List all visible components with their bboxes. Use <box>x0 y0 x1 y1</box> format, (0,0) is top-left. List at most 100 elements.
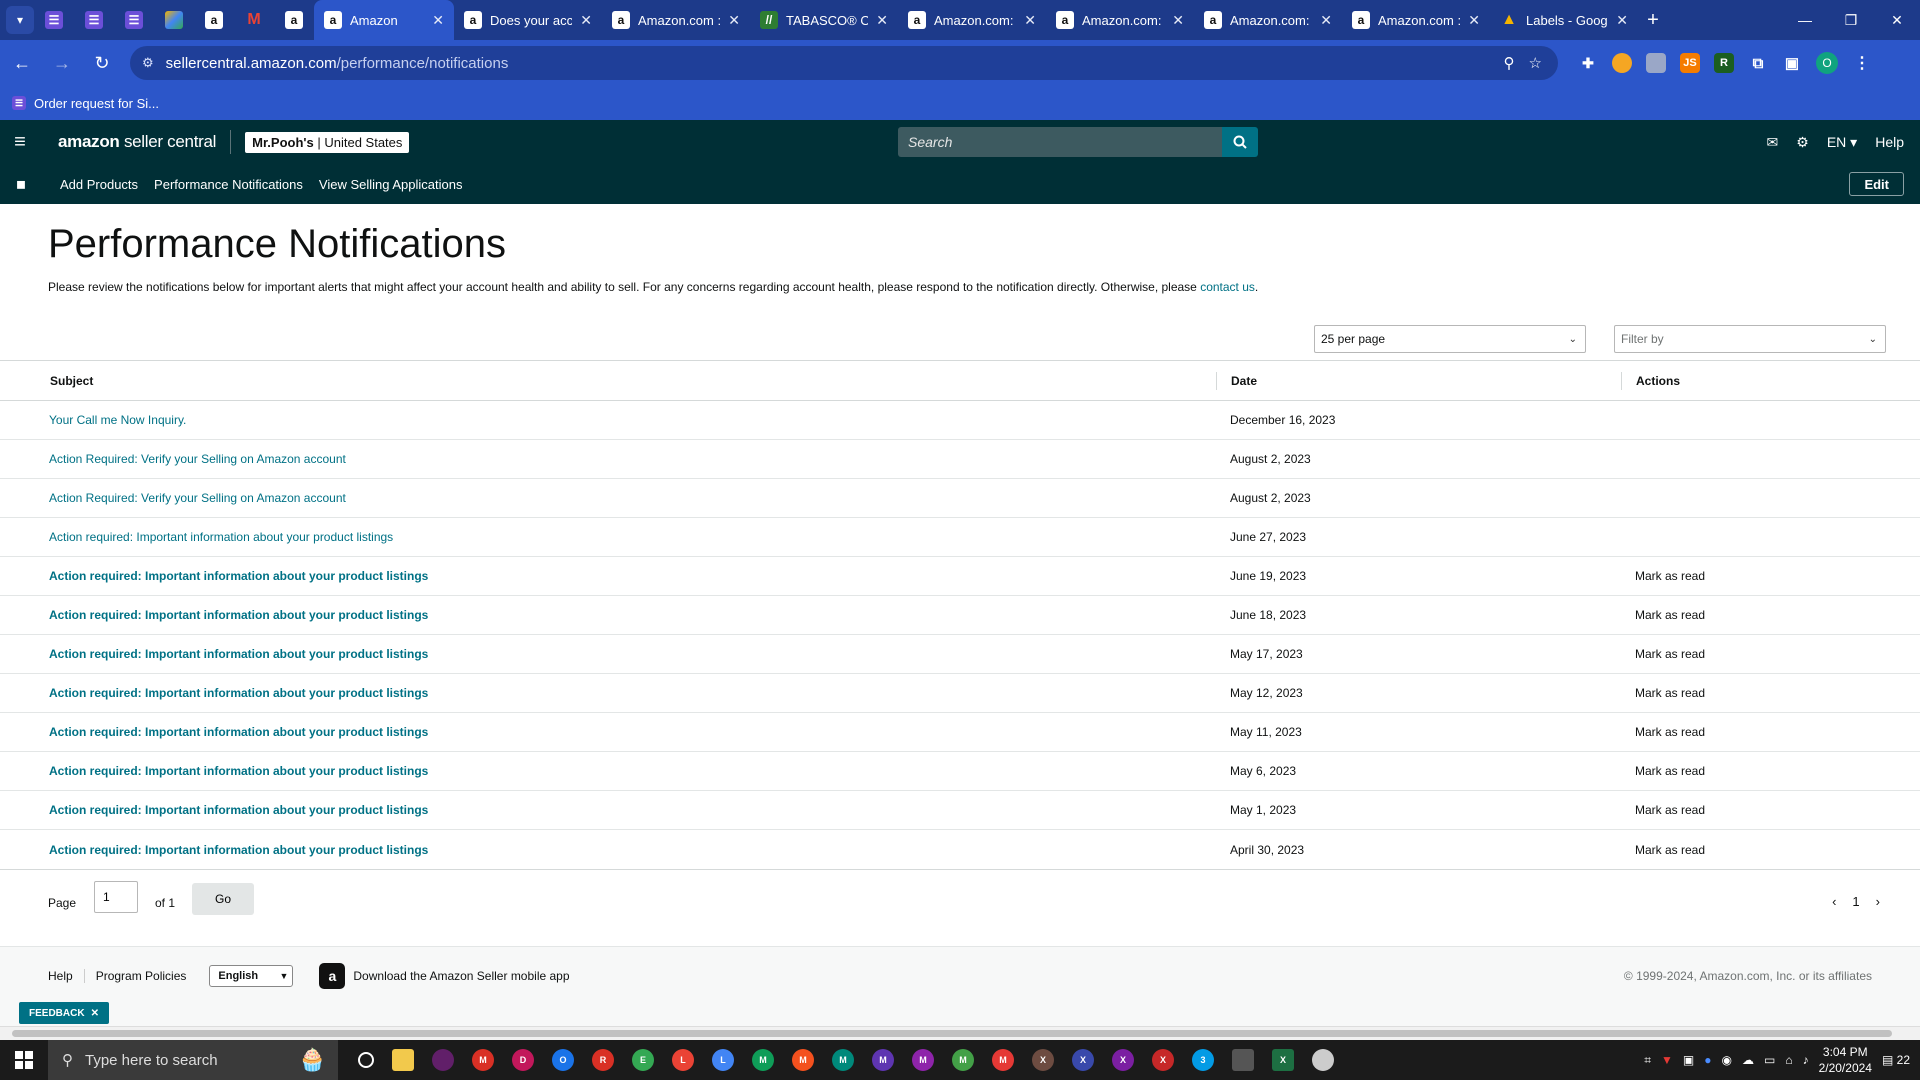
image-extension-icon[interactable] <box>1646 53 1666 73</box>
footer-program-policies-link[interactable]: Program Policies <box>85 969 198 983</box>
pinned-tab-6[interactable]: M <box>234 0 274 40</box>
browser-tab[interactable]: a Amazon.com : ✕ <box>602 0 750 40</box>
zoom-icon[interactable]: ⚲ <box>1504 54 1515 72</box>
gear-icon[interactable]: ⚙ <box>1796 134 1809 151</box>
notification-subject-link[interactable]: Action required: Important information a… <box>49 530 393 544</box>
profile-avatar[interactable]: O <box>1816 52 1838 74</box>
close-icon[interactable]: ✕ <box>1172 12 1184 29</box>
puzzle-extension-icon[interactable]: ✚ <box>1578 53 1598 73</box>
chrome-profile-icon[interactable]: M <box>992 1049 1014 1071</box>
cloud-icon[interactable]: ☁ <box>1742 1053 1754 1067</box>
pinned-tab-5[interactable]: a <box>194 0 234 40</box>
tray-app-icon[interactable]: ◉ <box>1722 1053 1732 1067</box>
subnav-add-products[interactable]: Add Products <box>60 177 138 192</box>
extensions-icon[interactable]: ⧉ <box>1748 53 1768 73</box>
clock[interactable]: 3:04 PM 2/20/2024 <box>1819 1044 1872 1076</box>
notification-subject-link[interactable]: Action required: Important information a… <box>49 725 428 739</box>
chrome-profile-icon[interactable]: M <box>472 1049 494 1071</box>
go-button[interactable]: Go <box>192 883 254 915</box>
notification-subject-link[interactable]: Action required: Important information a… <box>49 764 428 778</box>
chrome-profile-icon[interactable]: E <box>632 1049 654 1071</box>
browser-tab[interactable]: a Amazon.com: I ✕ <box>1194 0 1342 40</box>
browser-tab[interactable]: a Amazon.com : ✕ <box>1342 0 1490 40</box>
chrome-profile-icon[interactable]: D <box>512 1049 534 1071</box>
js-extension-icon[interactable]: JS <box>1680 53 1700 73</box>
more-menu-icon[interactable]: ⋮ <box>1852 53 1872 73</box>
notification-subject-link[interactable]: Your Call me Now Inquiry. <box>49 413 186 427</box>
notification-subject-link[interactable]: Action Required: Verify your Selling on … <box>49 491 346 505</box>
tray-app-icon[interactable]: ▣ <box>1683 1053 1694 1067</box>
restore-icon[interactable]: ❐ <box>1828 0 1874 40</box>
chrome-profile-icon[interactable]: L <box>672 1049 694 1071</box>
task-view-icon[interactable] <box>358 1052 374 1068</box>
address-bar[interactable]: ⚙ sellercentral.amazon.com/performance/n… <box>130 46 1558 80</box>
forward-icon[interactable]: → <box>44 45 80 81</box>
page-number-input[interactable] <box>94 881 138 913</box>
mark-as-read-link[interactable]: Mark as read <box>1635 686 1705 700</box>
chrome-profile-icon[interactable]: M <box>752 1049 774 1071</box>
scrollbar-thumb[interactable] <box>12 1030 1892 1037</box>
chrome-profile-icon[interactable]: M <box>912 1049 934 1071</box>
chevron-right-icon[interactable]: › <box>1876 894 1880 909</box>
app-icon[interactable] <box>1312 1049 1334 1071</box>
windows-start-button[interactable] <box>0 1040 48 1080</box>
file-explorer-icon[interactable] <box>392 1049 414 1071</box>
notifications-icon[interactable]: ▤ 22 <box>1882 1053 1910 1067</box>
volume-icon[interactable]: ♪ <box>1803 1053 1809 1067</box>
footer-language-select[interactable]: English ▼ <box>209 965 294 987</box>
pinned-tab-7[interactable]: a <box>274 0 314 40</box>
feedback-button[interactable]: FEEDBACK ✕ <box>19 1002 109 1024</box>
help-link[interactable]: Help <box>1875 134 1904 150</box>
r-extension-icon[interactable]: R <box>1714 53 1734 73</box>
notification-subject-link[interactable]: Action required: Important information a… <box>49 803 428 817</box>
telegram-icon[interactable]: 3 <box>1192 1049 1214 1071</box>
tab-search-icon[interactable]: ▾ <box>6 6 34 34</box>
search-input[interactable]: Search <box>898 127 1222 157</box>
notification-subject-link[interactable]: Action required: Important information a… <box>49 647 428 661</box>
seller-central-logo[interactable]: amazon seller central <box>58 132 216 152</box>
mark-as-read-link[interactable]: Mark as read <box>1635 843 1705 857</box>
filter-select[interactable]: Filter by ⌄ <box>1614 325 1886 353</box>
mark-as-read-link[interactable]: Mark as read <box>1635 647 1705 661</box>
chevron-left-icon[interactable]: ‹ <box>1832 894 1836 909</box>
chrome-profile-icon[interactable]: X <box>1112 1049 1134 1071</box>
close-icon[interactable]: ✕ <box>432 12 444 29</box>
pinned-tab-4[interactable] <box>154 0 194 40</box>
chrome-profile-icon[interactable]: O <box>552 1049 574 1071</box>
browser-tab[interactable]: ▲ Labels - Googl ✕ <box>1490 0 1638 40</box>
close-icon[interactable]: ✕ <box>728 12 740 29</box>
close-icon[interactable]: ✕ <box>1320 12 1332 29</box>
camera-icon[interactable]: ▭ <box>1764 1053 1775 1067</box>
new-tab-button[interactable]: + <box>1638 9 1668 32</box>
mark-as-read-link[interactable]: Mark as read <box>1635 764 1705 778</box>
search-button[interactable] <box>1222 127 1258 157</box>
wifi-icon[interactable]: ⌂ <box>1785 1053 1792 1067</box>
footer-help-link[interactable]: Help <box>48 969 85 983</box>
back-icon[interactable]: ← <box>4 45 40 81</box>
chrome-profile-icon[interactable]: R <box>592 1049 614 1071</box>
close-window-icon[interactable]: ✕ <box>1874 0 1920 40</box>
mobile-app-promo[interactable]: a Download the Amazon Seller mobile app <box>319 963 570 989</box>
chrome-profile-icon[interactable]: X <box>1152 1049 1174 1071</box>
edit-button[interactable]: Edit <box>1849 172 1904 196</box>
notification-subject-link[interactable]: Action required: Important information a… <box>49 843 428 857</box>
notification-subject-link[interactable]: Action required: Important information a… <box>49 686 428 700</box>
side-panel-icon[interactable]: ▣ <box>1782 53 1802 73</box>
subnav-performance-notifications[interactable]: Performance Notifications <box>154 177 303 192</box>
chrome-profile-icon[interactable]: X <box>1032 1049 1054 1071</box>
pinned-tab-2[interactable]: ☰ <box>74 0 114 40</box>
per-page-select[interactable]: 25 per page ⌄ <box>1314 325 1586 353</box>
mail-icon[interactable]: ✉ <box>1767 134 1779 151</box>
security-icon[interactable]: ▼ <box>1661 1053 1673 1067</box>
reload-icon[interactable]: ↻ <box>84 45 120 81</box>
slack-icon[interactable] <box>432 1049 454 1071</box>
bookmark-star-icon[interactable]: ☆ <box>1529 54 1542 72</box>
chrome-profile-icon[interactable]: M <box>872 1049 894 1071</box>
taskbar-search[interactable]: ⚲ Type here to search 🧁 <box>48 1040 338 1080</box>
browser-tab[interactable]: // TABASCO® Or ✕ <box>750 0 898 40</box>
close-icon[interactable]: ✕ <box>876 12 888 29</box>
network-icon[interactable]: ⌗ <box>1644 1053 1651 1068</box>
calculator-icon[interactable] <box>1232 1049 1254 1071</box>
current-page[interactable]: 1 <box>1852 894 1859 909</box>
chrome-profile-icon[interactable]: M <box>792 1049 814 1071</box>
